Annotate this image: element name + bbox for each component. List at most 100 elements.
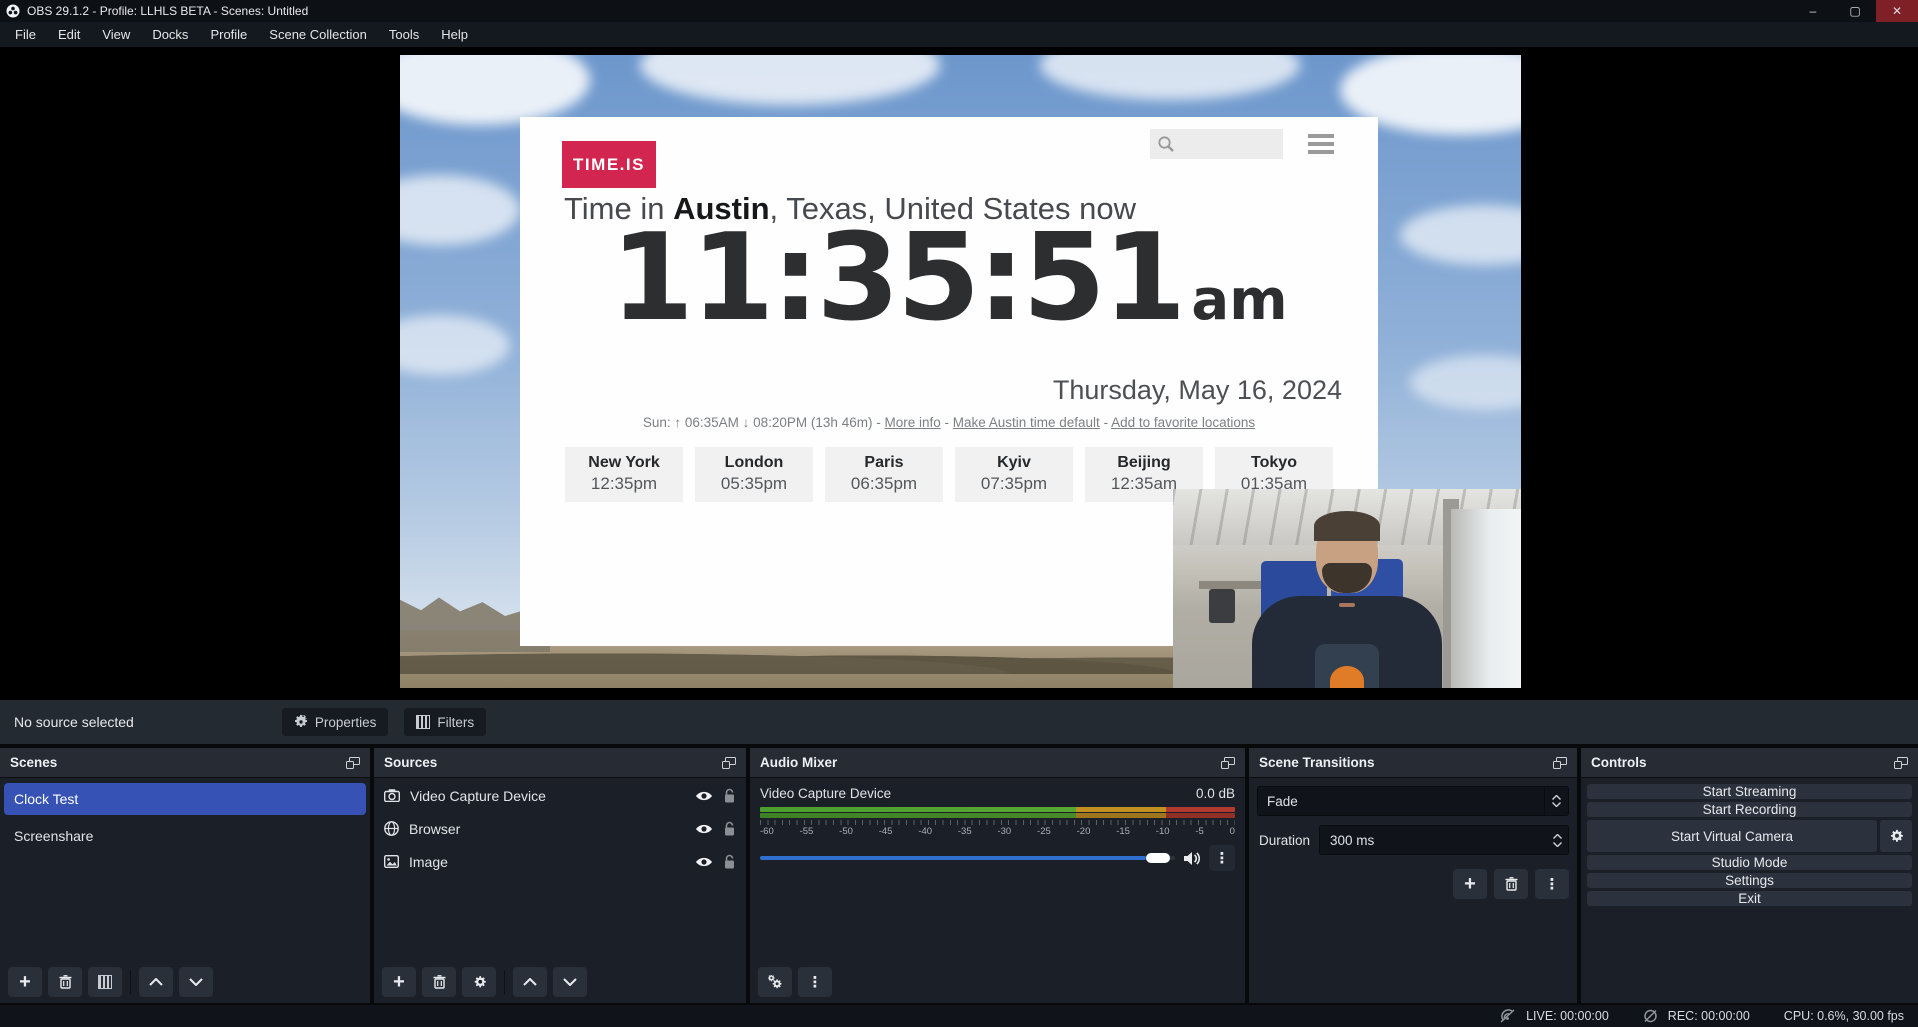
add-source-button[interactable]: + xyxy=(382,967,416,997)
city-box-new-york: New York12:35pm xyxy=(565,447,683,502)
transition-select[interactable]: Fade xyxy=(1257,786,1569,816)
remove-source-button[interactable] xyxy=(422,967,456,997)
visibility-icon[interactable] xyxy=(695,823,713,835)
lock-icon[interactable] xyxy=(723,821,736,836)
remove-transition-button[interactable] xyxy=(1494,869,1528,899)
advanced-audio-button[interactable] xyxy=(758,967,792,997)
virtual-camera-settings-button[interactable] xyxy=(1880,820,1912,852)
visibility-icon[interactable] xyxy=(695,790,713,802)
menu-view[interactable]: View xyxy=(91,22,141,47)
make-default-link: Make Austin time default xyxy=(953,415,1100,430)
titlebar: OBS 29.1.2 - Profile: LLHLS BETA - Scene… xyxy=(0,0,1918,22)
record-inactive-icon xyxy=(1643,1009,1658,1023)
mixer-channel-menu-button[interactable]: ⋮ xyxy=(1209,845,1235,871)
cloud xyxy=(400,175,520,245)
scenes-dock-header: Scenes xyxy=(0,748,370,778)
add-scene-button[interactable]: + xyxy=(8,967,42,997)
filters-icon xyxy=(416,715,430,729)
transitions-dock-title: Scene Transitions xyxy=(1259,755,1375,770)
volume-slider-row: ⋮ xyxy=(760,845,1235,871)
remove-scene-button[interactable] xyxy=(48,967,82,997)
scene-item-screenshare[interactable]: Screenshare xyxy=(4,820,366,852)
controls-dock-header: Controls xyxy=(1581,748,1918,778)
speaker-icon[interactable] xyxy=(1183,851,1201,866)
menu-profile[interactable]: Profile xyxy=(199,22,258,47)
sources-toolbar: + xyxy=(374,961,746,1003)
program-canvas[interactable]: TIME.IS Time in Austin, Texas, United St… xyxy=(400,55,1521,688)
duration-spinbox[interactable]: 300 ms xyxy=(1319,825,1569,855)
filters-icon xyxy=(98,975,112,989)
mixer-channel-header: Video Capture Device 0.0 dB xyxy=(750,778,1245,805)
sources-dock: Sources Video Capture Device xyxy=(374,748,746,1003)
transitions-toolbar: + ⋮ xyxy=(1257,869,1569,899)
search-icon xyxy=(1157,135,1175,153)
office-window xyxy=(1451,509,1521,688)
transitions-dock-header: Scene Transitions xyxy=(1249,748,1577,778)
filters-button[interactable]: Filters xyxy=(404,708,486,736)
transition-menu-button[interactable]: ⋮ xyxy=(1535,869,1569,899)
menu-tools[interactable]: Tools xyxy=(378,22,430,47)
spinner-arrows[interactable] xyxy=(1546,834,1568,847)
live-timer: LIVE: 00:00:00 xyxy=(1526,1009,1609,1023)
menu-docks[interactable]: Docks xyxy=(141,22,199,47)
popout-dock-icon[interactable] xyxy=(1221,757,1235,769)
person-hair xyxy=(1314,511,1380,541)
lock-icon[interactable] xyxy=(723,854,736,869)
move-scene-down-button[interactable] xyxy=(179,967,213,997)
mixer-toolbar: ⋮ xyxy=(750,961,1245,1003)
scene-filters-button[interactable] xyxy=(88,967,122,997)
volume-slider-handle[interactable] xyxy=(1146,853,1170,863)
popout-dock-icon[interactable] xyxy=(346,757,360,769)
popout-dock-icon[interactable] xyxy=(1553,757,1567,769)
add-transition-button[interactable]: + xyxy=(1453,869,1487,899)
source-toolbar: No source selected Properties Filters xyxy=(0,700,1918,744)
add-favorite-link: Add to favorite locations xyxy=(1111,415,1255,430)
menu-edit[interactable]: Edit xyxy=(47,22,91,47)
properties-button[interactable]: Properties xyxy=(282,708,389,736)
window-controls: – ▢ ✕ xyxy=(1792,0,1918,22)
start-virtual-camera-button[interactable]: Start Virtual Camera xyxy=(1587,820,1877,852)
shirt-graphic xyxy=(1330,666,1364,688)
source-row-image[interactable]: Image xyxy=(374,846,746,877)
source-row-video-capture-device[interactable]: Video Capture Device xyxy=(374,780,746,811)
settings-button[interactable]: Settings xyxy=(1587,873,1912,888)
maximize-button[interactable]: ▢ xyxy=(1834,0,1876,22)
menu-help[interactable]: Help xyxy=(430,22,479,47)
mixer-menu-button[interactable]: ⋮ xyxy=(798,967,832,997)
timeis-search-box xyxy=(1150,129,1283,159)
person-hoodie xyxy=(1252,596,1442,688)
lock-icon[interactable] xyxy=(723,788,736,803)
gear-icon xyxy=(294,715,308,729)
popout-dock-icon[interactable] xyxy=(722,757,736,769)
move-source-up-button[interactable] xyxy=(513,967,547,997)
volume-meter-ticks xyxy=(760,820,1235,825)
obs-window: OBS 29.1.2 - Profile: LLHLS BETA - Scene… xyxy=(0,0,1918,1027)
controls-buttons: Start Streaming Start Recording Start Vi… xyxy=(1581,778,1918,906)
menu-scene-collection[interactable]: Scene Collection xyxy=(258,22,378,47)
stream-inactive-icon xyxy=(1499,1009,1516,1023)
studio-mode-button[interactable]: Studio Mode xyxy=(1587,855,1912,870)
cloud xyxy=(640,55,940,105)
cloud xyxy=(400,315,510,375)
popout-dock-icon[interactable] xyxy=(1894,757,1908,769)
menu-file[interactable]: File xyxy=(4,22,47,47)
start-recording-button[interactable]: Start Recording xyxy=(1587,802,1912,817)
cloud xyxy=(1410,355,1521,410)
minimize-button[interactable]: – xyxy=(1792,0,1834,22)
source-row-browser[interactable]: Browser xyxy=(374,813,746,844)
visibility-icon[interactable] xyxy=(695,856,713,868)
timeis-sun-info: Sun: ↑ 06:35AM ↓ 08:20PM (13h 46m) - Mor… xyxy=(520,415,1378,430)
volume-slider[interactable] xyxy=(760,856,1175,860)
move-scene-up-button[interactable] xyxy=(139,967,173,997)
move-source-down-button[interactable] xyxy=(553,967,587,997)
close-button[interactable]: ✕ xyxy=(1876,0,1918,22)
chevron-up-down-icon[interactable] xyxy=(1544,787,1568,815)
source-properties-button[interactable] xyxy=(462,967,496,997)
scene-item-clock-test[interactable]: Clock Test xyxy=(4,783,366,815)
timeis-clock: 11:35:51am xyxy=(520,219,1378,339)
start-streaming-button[interactable]: Start Streaming xyxy=(1587,784,1912,799)
scenes-dock-title: Scenes xyxy=(10,755,57,770)
cpu-fps-stats: CPU: 0.6%, 30.00 fps xyxy=(1784,1009,1904,1023)
exit-button[interactable]: Exit xyxy=(1587,891,1912,906)
preview-area: TIME.IS Time in Austin, Texas, United St… xyxy=(0,47,1918,700)
